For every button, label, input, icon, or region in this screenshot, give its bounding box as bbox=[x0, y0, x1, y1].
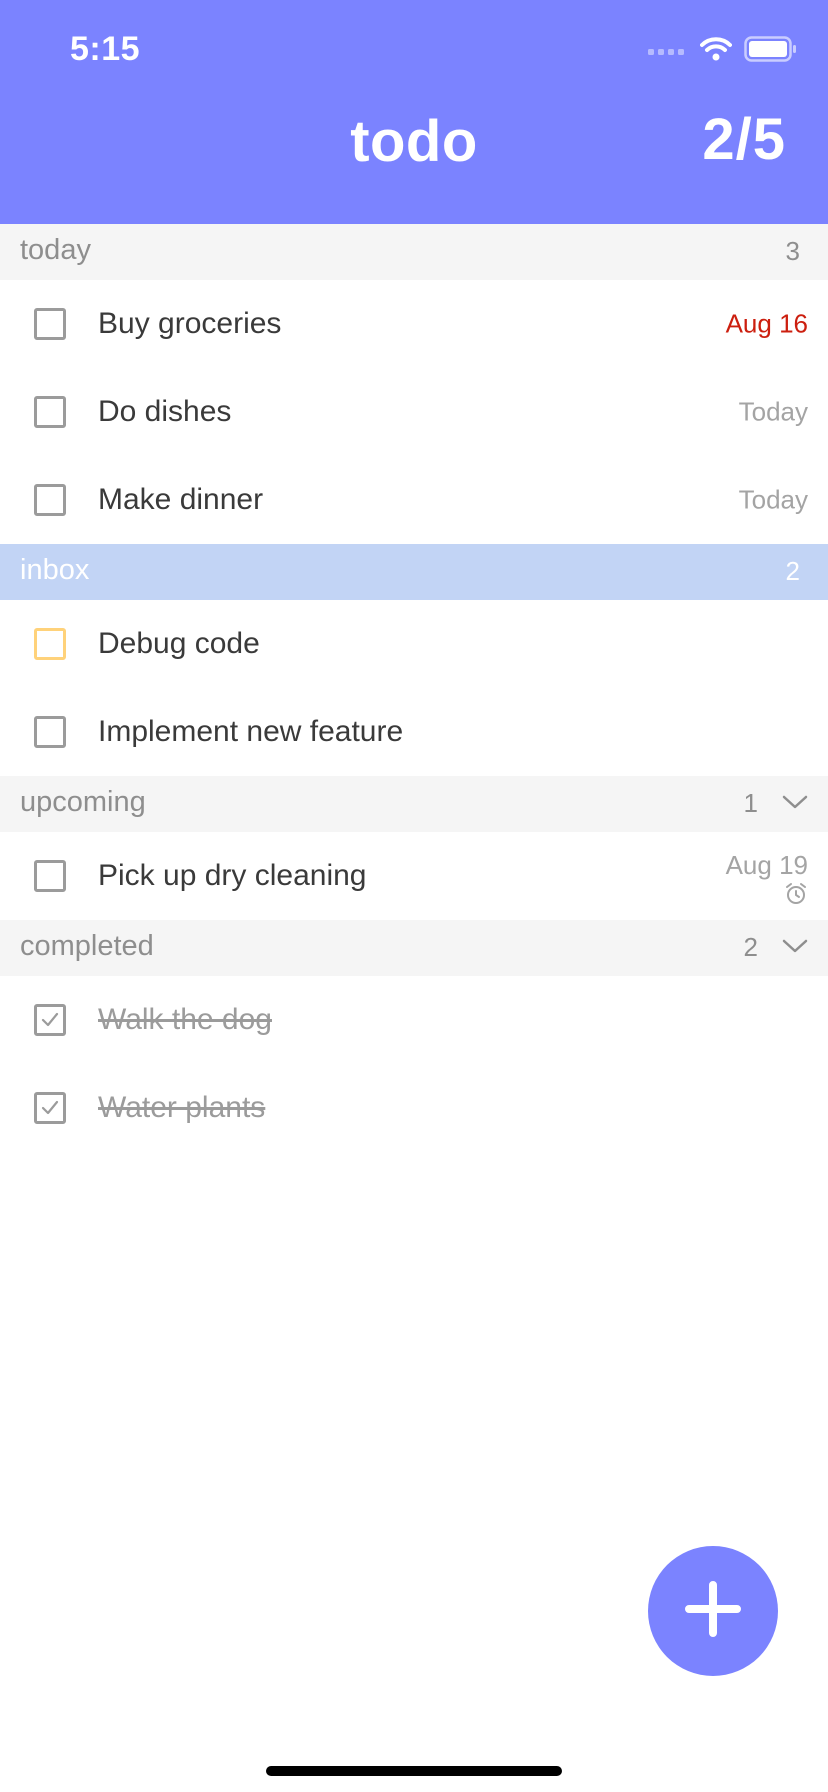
chevron-down-icon[interactable] bbox=[782, 938, 808, 959]
task-checkbox[interactable] bbox=[34, 396, 66, 428]
section-header-upcoming[interactable]: upcoming 1 bbox=[0, 776, 828, 832]
section-header-inbox[interactable]: inbox 2 bbox=[0, 544, 828, 600]
section-title: completed bbox=[20, 930, 154, 962]
task-date: Today bbox=[738, 396, 808, 427]
alarm-clock-icon bbox=[784, 882, 808, 911]
section-count: 1 bbox=[743, 788, 758, 818]
task-date: Aug 19 bbox=[725, 850, 808, 880]
task-checkbox[interactable] bbox=[34, 716, 66, 748]
task-row[interactable]: Buy groceries Aug 16 bbox=[0, 280, 828, 368]
task-label: Do dishes bbox=[98, 395, 232, 428]
task-row[interactable]: Walk the dog bbox=[0, 976, 828, 1064]
wifi-icon bbox=[700, 37, 732, 66]
section-title: inbox bbox=[20, 554, 90, 586]
section-title: today bbox=[20, 234, 91, 266]
battery-icon bbox=[744, 36, 798, 67]
task-checkbox[interactable] bbox=[34, 308, 66, 340]
task-label: Pick up dry cleaning bbox=[98, 859, 367, 892]
task-row[interactable]: Implement new feature bbox=[0, 688, 828, 776]
task-row[interactable]: Make dinner Today bbox=[0, 456, 828, 544]
section-count: 3 bbox=[785, 236, 800, 266]
task-row[interactable]: Water plants bbox=[0, 1064, 828, 1152]
task-label: Debug code bbox=[98, 627, 260, 660]
progress-counter: 2/5 bbox=[702, 107, 786, 172]
task-date: Today bbox=[738, 484, 808, 515]
task-row[interactable]: Pick up dry cleaning Aug 19 bbox=[0, 832, 828, 920]
task-label: Water plants bbox=[98, 1091, 266, 1124]
task-label: Make dinner bbox=[98, 483, 264, 516]
status-icons bbox=[648, 36, 798, 67]
task-date: Aug 16 bbox=[725, 308, 808, 339]
task-label: Buy groceries bbox=[98, 307, 282, 340]
section-count: 2 bbox=[785, 556, 800, 586]
cellular-signal-icon bbox=[648, 43, 688, 61]
status-time: 5:15 bbox=[70, 30, 141, 68]
task-checkbox-checked[interactable] bbox=[34, 1004, 66, 1036]
task-checkbox[interactable] bbox=[34, 860, 66, 892]
section-count: 2 bbox=[743, 932, 758, 962]
task-row[interactable]: Debug code bbox=[0, 600, 828, 688]
task-checkbox[interactable] bbox=[34, 628, 66, 660]
task-checkbox-checked[interactable] bbox=[34, 1092, 66, 1124]
chevron-down-icon[interactable] bbox=[782, 794, 808, 815]
task-label: Implement new feature bbox=[98, 715, 404, 748]
task-row[interactable]: Do dishes Today bbox=[0, 368, 828, 456]
app-header: 5:15 todo 2/5 bbox=[0, 0, 828, 224]
section-header-completed[interactable]: completed 2 bbox=[0, 920, 828, 976]
task-checkbox[interactable] bbox=[34, 484, 66, 516]
section-title: upcoming bbox=[20, 786, 146, 818]
plus-icon bbox=[683, 1579, 743, 1644]
add-task-button[interactable] bbox=[648, 1546, 778, 1676]
home-indicator bbox=[266, 1766, 562, 1776]
task-label: Walk the dog bbox=[98, 1003, 272, 1036]
section-header-today[interactable]: today 3 bbox=[0, 224, 828, 280]
